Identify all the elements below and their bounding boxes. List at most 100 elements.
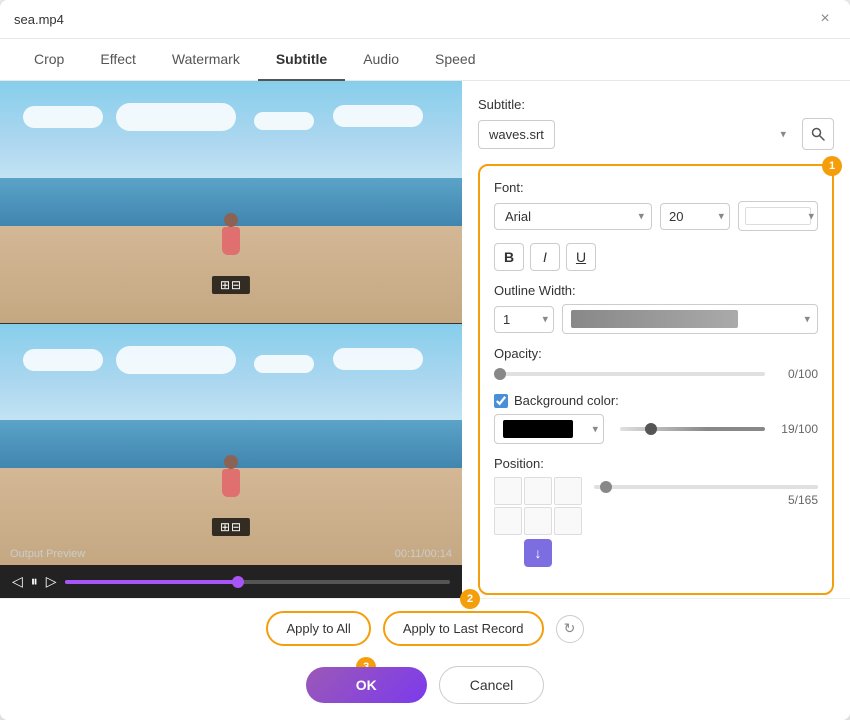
tab-watermark[interactable]: Watermark <box>154 39 258 81</box>
person-head-top <box>224 213 238 227</box>
left-panel: ⊞⊟ <box>0 81 462 598</box>
progress-track[interactable] <box>65 580 450 584</box>
bg-color-section: Background color: 19/100 <box>494 393 818 444</box>
ok-button-wrapper: 3 OK <box>306 667 427 703</box>
figure-bottom <box>222 455 240 497</box>
outline-color-swatch <box>571 310 738 328</box>
video-area: ⊞⊟ <box>0 81 462 565</box>
font-size-select[interactable]: 20 <box>660 203 730 230</box>
size-select-wrapper: 20 <box>660 203 730 230</box>
refresh-button[interactable]: ↻ <box>556 615 584 643</box>
tab-bar: Crop Effect Watermark Subtitle Audio Spe… <box>0 39 850 81</box>
position-section: Position: ↓ <box>494 456 818 567</box>
cloud-3 <box>254 112 314 130</box>
tab-effect[interactable]: Effect <box>82 39 154 81</box>
opacity-label: Opacity: <box>494 346 818 361</box>
underline-button[interactable]: U <box>566 243 596 271</box>
font-row: Arial 20 <box>494 201 818 231</box>
outline-label: Outline Width: <box>494 283 818 298</box>
close-button[interactable]: × <box>814 8 836 30</box>
position-down-button[interactable]: ↓ <box>524 539 552 567</box>
font-color-swatch <box>745 207 811 225</box>
font-select[interactable]: Arial <box>494 203 652 230</box>
opacity-slider-row: 0/100 <box>494 367 818 381</box>
outline-select[interactable]: 1 <box>494 306 554 333</box>
next-button[interactable]: ▷ <box>46 573 57 590</box>
position-grid <box>494 477 582 535</box>
bg-color-label: Background color: <box>514 393 619 408</box>
pos-cell-tr[interactable] <box>554 477 582 505</box>
step-badge-2: 2 <box>460 589 480 609</box>
bg-color-button[interactable] <box>494 414 604 444</box>
color-picker-wrapper <box>738 201 818 231</box>
clouds <box>0 100 462 160</box>
pause-button[interactable]: ⏸ <box>31 573 38 590</box>
position-label: Position: <box>494 456 818 471</box>
main-window: sea.mp4 × Crop Effect Watermark Subtitle… <box>0 0 850 720</box>
pos-cell-tc[interactable] <box>524 477 552 505</box>
tab-subtitle[interactable]: Subtitle <box>258 39 345 81</box>
pos-cell-mc[interactable] <box>524 507 552 535</box>
position-content: ↓ 5/165 <box>494 477 818 567</box>
bg-color-checkbox[interactable] <box>494 394 508 408</box>
font-section: Font: Arial 20 <box>494 180 818 231</box>
video-top: ⊞⊟ <box>0 81 462 323</box>
cancel-button[interactable]: Cancel <box>439 666 545 704</box>
pos-cell-ml[interactable] <box>494 507 522 535</box>
cloud-b-2 <box>116 346 236 374</box>
tab-crop[interactable]: Crop <box>16 39 82 81</box>
subtitle-icon-top: ⊞⊟ <box>220 278 242 292</box>
bg-controls-row: 19/100 <box>494 414 818 444</box>
position-value: 5/165 <box>594 493 818 507</box>
ok-button[interactable]: OK <box>306 667 427 703</box>
bg-color-wrapper <box>494 414 604 444</box>
font-label: Font: <box>494 180 818 195</box>
position-slider-area: 5/165 <box>594 477 818 507</box>
bg-color-swatch <box>503 420 573 438</box>
video-preview-bottom: ⊞⊟ Output Preview 00:11/00:14 <box>0 324 462 566</box>
pos-cell-tl[interactable] <box>494 477 522 505</box>
settings-box: 1 Font: Arial 20 <box>478 164 834 595</box>
ok-cancel-row: 3 OK Cancel <box>0 658 850 720</box>
italic-button[interactable]: I <box>530 243 560 271</box>
position-slider[interactable] <box>594 485 818 489</box>
bottom-actions: 2 Apply to All Apply to Last Record ↻ <box>0 598 850 658</box>
bg-color-checkbox-label[interactable]: Background color: <box>494 393 619 408</box>
tab-audio[interactable]: Audio <box>345 39 417 81</box>
video-preview-top: ⊞⊟ <box>0 81 462 323</box>
cloud-b-1 <box>23 349 103 371</box>
bg-color-row: Background color: <box>494 393 818 408</box>
style-row: B I U <box>494 243 818 271</box>
person-body-bottom <box>222 469 240 497</box>
apply-to-all-button[interactable]: Apply to All <box>266 611 370 646</box>
outline-row: 1 <box>494 304 818 334</box>
cloud-b-4 <box>333 348 423 370</box>
clouds-b <box>0 343 462 403</box>
subtitle-section: Subtitle: waves.srt <box>478 97 834 150</box>
subtitle-select[interactable]: waves.srt <box>478 120 555 149</box>
search-subtitle-button[interactable] <box>802 118 834 150</box>
bg-opacity-slider[interactable] <box>620 427 765 431</box>
font-color-button[interactable] <box>738 201 818 231</box>
apply-to-last-record-button[interactable]: Apply to Last Record <box>383 611 544 646</box>
output-time: 00:11/00:14 <box>395 548 452 560</box>
prev-button[interactable]: ◁ <box>12 573 23 590</box>
outline-color-wrapper <box>562 304 818 334</box>
right-panel: Subtitle: waves.srt <box>462 81 850 598</box>
progress-fill <box>65 580 238 584</box>
cloud-1 <box>23 106 103 128</box>
subtitle-overlay-bottom: ⊞⊟ <box>212 518 250 536</box>
tab-speed[interactable]: Speed <box>417 39 493 81</box>
person-head-bottom <box>224 455 238 469</box>
outline-color-button[interactable] <box>562 304 818 334</box>
outline-select-wrapper: 1 <box>494 306 554 333</box>
bold-button[interactable]: B <box>494 243 524 271</box>
progress-thumb <box>232 576 244 588</box>
subtitle-label: Subtitle: <box>478 97 834 112</box>
main-content: ⊞⊟ <box>0 81 850 598</box>
video-bottom: ⊞⊟ Output Preview 00:11/00:14 <box>0 323 462 566</box>
position-grid-container: ↓ <box>494 477 582 567</box>
opacity-slider[interactable] <box>494 372 765 376</box>
cloud-4 <box>333 105 423 127</box>
pos-cell-mr[interactable] <box>554 507 582 535</box>
